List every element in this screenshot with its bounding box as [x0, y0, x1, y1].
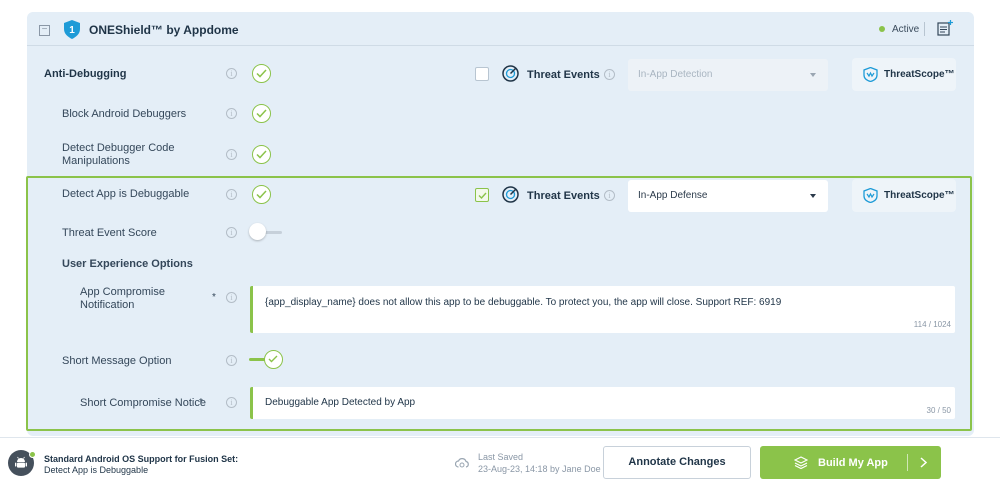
chevron-right-icon[interactable] — [920, 457, 927, 468]
last-saved-label: Last Saved — [478, 452, 524, 462]
build-my-app-button[interactable]: Build My App — [760, 446, 941, 479]
threat-events-select[interactable]: In-App Defense — [628, 180, 828, 212]
chevron-down-icon — [810, 73, 816, 77]
detect-debuggable-label: Detect App is Debuggable — [62, 188, 190, 200]
short-notice-label: Short Compromise Notice — [80, 397, 206, 409]
fusion-set-subtitle: Detect App is Debuggable — [44, 465, 149, 475]
radar-icon — [502, 65, 519, 82]
block-debuggers-label: Block Android Debuggers — [62, 108, 187, 120]
detect-manipulations-check-icon[interactable] — [252, 145, 271, 164]
threatscope-label: ThreatScope™ — [884, 190, 955, 201]
field-value: {app_display_name} does not allow this a… — [265, 297, 782, 308]
panel-header: − 1 ONEShield™ by Appdome Active — [27, 12, 974, 46]
layers-icon — [794, 456, 808, 469]
info-icon[interactable]: i — [226, 149, 237, 160]
threatscope-label: ThreatScope™ — [884, 69, 955, 80]
footer-bar: Standard Android OS Support for Fusion S… — [0, 437, 1000, 482]
short-notice-field[interactable]: Debuggable App Detected by App 30 / 50 — [250, 387, 955, 419]
threat-events-label: Threat Events — [527, 190, 600, 202]
character-count: 114 / 1024 — [913, 320, 951, 329]
info-icon[interactable]: i — [226, 189, 237, 200]
annotate-changes-button[interactable]: Annotate Changes — [603, 446, 751, 479]
required-mark: * — [199, 397, 203, 408]
label-line: App Compromise — [80, 286, 165, 298]
collapse-icon[interactable]: − — [39, 25, 50, 36]
threatscope-icon — [863, 188, 878, 203]
threat-events-select: In-App Detection — [628, 59, 828, 91]
last-saved-value: 23-Aug-23, 14:18 by Jane Doe — [478, 464, 601, 474]
threatscope-button[interactable]: ThreatScope™ — [852, 58, 956, 91]
info-icon[interactable]: i — [226, 227, 237, 238]
panel-title: ONEShield™ by Appdome — [89, 23, 239, 37]
anti-debugging-label: Anti-Debugging — [44, 68, 127, 80]
required-mark: * — [212, 292, 216, 303]
detect-manipulations-label: Detect Debugger Code Manipulations — [62, 142, 175, 168]
toggle-knob — [264, 350, 283, 369]
threat-event-score-label: Threat Event Score — [62, 227, 157, 239]
header-divider — [924, 22, 925, 36]
info-icon[interactable]: i — [226, 397, 237, 408]
character-count: 30 / 50 — [926, 406, 951, 415]
shield-number: 1 — [69, 25, 75, 36]
label-line: Manipulations — [62, 155, 130, 167]
button-divider — [907, 454, 908, 471]
threat-events-checkbox[interactable] — [475, 67, 489, 81]
info-icon[interactable]: i — [226, 68, 237, 79]
info-icon[interactable]: i — [226, 292, 237, 303]
status-dot — [879, 26, 885, 32]
threat-events-label: Threat Events — [527, 69, 600, 81]
info-icon[interactable]: i — [226, 108, 237, 119]
toggle-knob — [249, 223, 266, 240]
ux-options-heading: User Experience Options — [62, 258, 193, 270]
info-icon[interactable]: i — [226, 355, 237, 366]
short-message-toggle[interactable] — [249, 349, 285, 370]
anti-debugging-check-icon[interactable] — [252, 64, 271, 83]
threat-event-score-toggle[interactable] — [249, 222, 283, 242]
notes-icon[interactable] — [937, 20, 953, 36]
radar-icon — [502, 186, 519, 203]
label-line: Detect Debugger Code — [62, 142, 175, 154]
info-icon[interactable]: i — [604, 190, 615, 201]
shield-icon: 1 — [64, 20, 80, 39]
status-dot — [29, 451, 36, 458]
select-value: In-App Detection — [638, 69, 713, 80]
build-label: Build My App — [818, 457, 888, 469]
compromise-notification-field[interactable]: {app_display_name} does not allow this a… — [250, 286, 955, 333]
check-icon — [268, 355, 278, 363]
threat-events-checkbox[interactable] — [475, 188, 489, 202]
detect-debuggable-check-icon[interactable] — [252, 185, 271, 204]
short-message-label: Short Message Option — [62, 355, 172, 367]
field-value: Debuggable App Detected by App — [265, 397, 416, 408]
threatscope-icon — [863, 67, 878, 82]
label-line: Notification — [80, 299, 135, 311]
compromise-notification-label: App Compromise Notification — [80, 286, 165, 312]
block-debuggers-check-icon[interactable] — [252, 104, 271, 123]
chevron-down-icon — [810, 194, 816, 198]
select-value: In-App Defense — [638, 190, 708, 201]
threatscope-button[interactable]: ThreatScope™ — [852, 179, 956, 212]
cloud-sync-icon — [455, 458, 469, 468]
fusion-set-title: Standard Android OS Support for Fusion S… — [44, 454, 239, 464]
status-label: Active — [892, 24, 920, 35]
android-icon — [15, 456, 27, 468]
info-icon[interactable]: i — [604, 69, 615, 80]
